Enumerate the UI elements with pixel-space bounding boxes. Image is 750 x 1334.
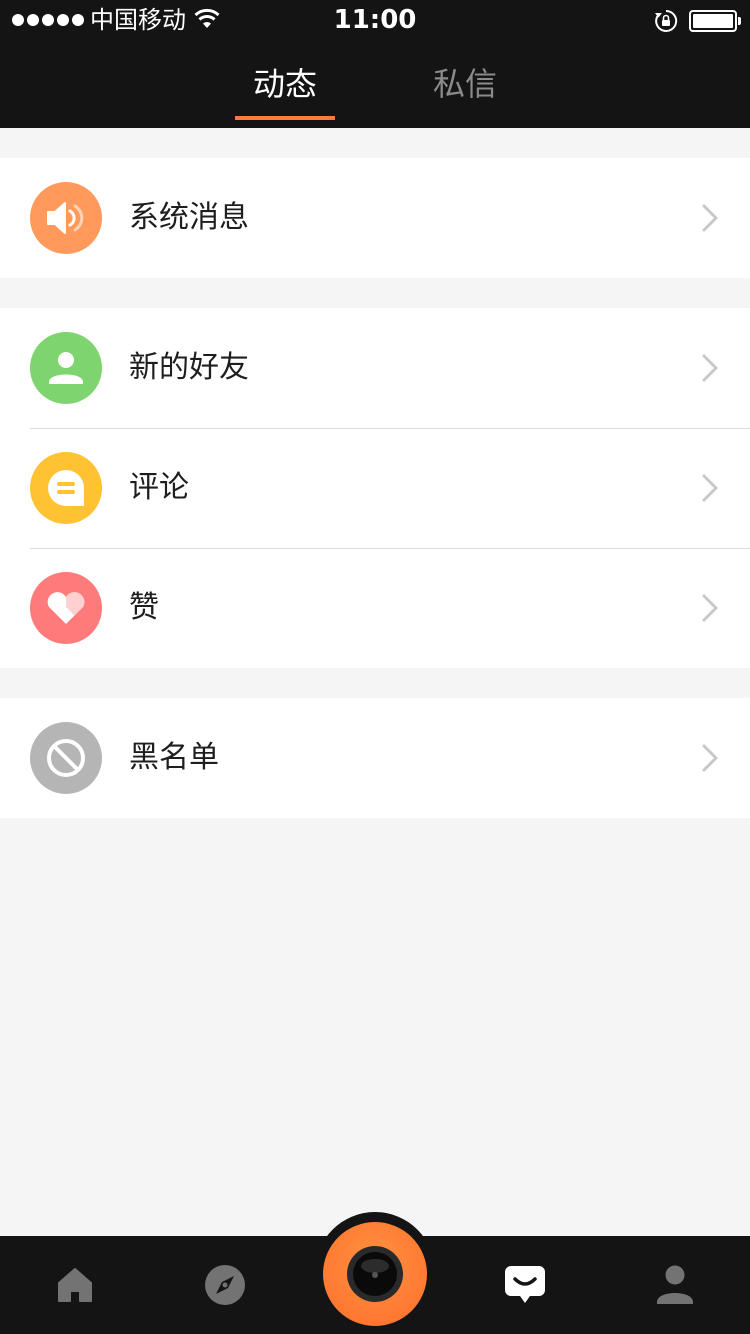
- profile-icon: [657, 1265, 693, 1304]
- home-icon: [58, 1268, 92, 1302]
- status-time: 11:00: [333, 5, 417, 35]
- list-item-new-friends[interactable]: 新的好友: [0, 308, 750, 428]
- chevron-right-icon: [702, 354, 718, 382]
- message-icon: [505, 1266, 545, 1303]
- rotation-lock-icon: [655, 9, 678, 32]
- group-system: 系统消息: [0, 158, 750, 278]
- list-item-blacklist[interactable]: 黑名单: [0, 698, 750, 818]
- chevron-right-icon: [702, 204, 718, 232]
- camera-icon: [347, 1246, 403, 1302]
- block-icon: [30, 722, 102, 794]
- chevron-right-icon: [702, 594, 718, 622]
- camera-button[interactable]: [323, 1222, 427, 1326]
- list-item-label: 系统消息: [129, 200, 249, 235]
- user-icon: [30, 332, 102, 404]
- compass-icon: [205, 1265, 245, 1305]
- list-item-label: 评论: [129, 470, 189, 505]
- top-bar: 中国移动 11:00 动态 私信: [0, 0, 750, 128]
- group-interactions: 新的好友 评论 赞: [0, 308, 750, 668]
- list-item-label: 新的好友: [129, 350, 249, 385]
- chevron-right-icon: [702, 744, 718, 772]
- tab-home[interactable]: [50, 1260, 100, 1310]
- status-bar: 中国移动 11:00: [0, 0, 750, 40]
- battery-icon: [689, 10, 741, 32]
- tab-dynamic[interactable]: 动态: [225, 62, 345, 106]
- tab-profile[interactable]: [650, 1260, 700, 1310]
- chevron-right-icon: [702, 474, 718, 502]
- tab-discover[interactable]: [200, 1260, 250, 1310]
- list-item-comments[interactable]: 评论: [0, 428, 750, 548]
- tab-messages[interactable]: [500, 1260, 550, 1310]
- heart-icon: [30, 572, 102, 644]
- list-item-label: 赞: [129, 590, 159, 625]
- comment-icon: [30, 452, 102, 524]
- group-blacklist: 黑名单: [0, 698, 750, 818]
- speaker-icon: [30, 182, 102, 254]
- list-item-likes[interactable]: 赞: [0, 548, 750, 668]
- tab-private-message[interactable]: 私信: [405, 62, 525, 106]
- list-item-system-message[interactable]: 系统消息: [0, 158, 750, 278]
- list-item-label: 黑名单: [129, 740, 219, 775]
- tab-underline: [235, 116, 335, 120]
